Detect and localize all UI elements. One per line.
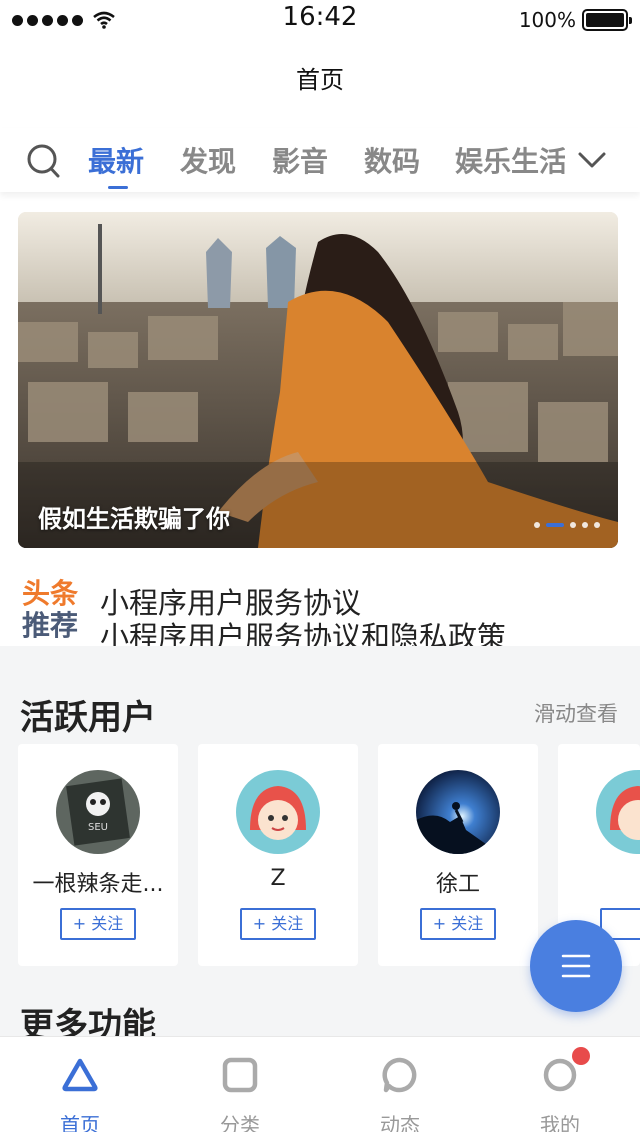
- follow-button[interactable]: + 关注: [240, 908, 316, 940]
- signal-strength-icon: [12, 11, 115, 29]
- tabbar-item-feed[interactable]: 动态: [320, 1037, 480, 1132]
- user-card[interactable]: 徐工 + 关注: [378, 744, 538, 966]
- battery-percent: 100%: [518, 8, 576, 32]
- triangle-icon: [62, 1058, 98, 1092]
- wifi-icon: [93, 11, 115, 29]
- user-name: 徐工: [435, 872, 480, 897]
- headline-badge-bottom: 推荐: [22, 609, 79, 642]
- avatar: [596, 770, 640, 854]
- chevron-down-icon[interactable]: [576, 146, 608, 174]
- svg-text:SEU: SEU: [88, 822, 108, 833]
- tabbar-label: 我的: [540, 1113, 580, 1132]
- tabbar-item-home[interactable]: 首页: [0, 1037, 160, 1132]
- tab-discover[interactable]: 发现: [180, 140, 236, 180]
- notification-badge: [572, 1047, 590, 1065]
- section-title: 活跃用户: [20, 698, 156, 738]
- headline-news: 头条 推荐 小程序用户服务协议 小程序用户服务协议和隐私政策: [0, 572, 640, 655]
- active-tab-indicator: [108, 186, 128, 189]
- tab-entertainment[interactable]: 娱乐生活: [455, 140, 565, 180]
- page-title: 首页: [296, 66, 344, 94]
- tabbar-label: 动态: [380, 1113, 420, 1132]
- carousel-indicator: [534, 522, 600, 528]
- banner-carousel[interactable]: 假如生活欺骗了你: [18, 212, 618, 548]
- status-bar: 16:42 100%: [0, 0, 640, 40]
- avatar: [236, 770, 320, 854]
- square-icon: [222, 1057, 258, 1093]
- menu-fab-button[interactable]: [530, 920, 622, 1012]
- avatar: SEU: [56, 770, 140, 854]
- tabbar-item-me[interactable]: 我的: [480, 1037, 640, 1132]
- tab-media[interactable]: 影音: [272, 140, 328, 180]
- bubble-icon: [382, 1057, 417, 1093]
- tabbar-label: 首页: [60, 1113, 100, 1132]
- user-card[interactable]: SEU 一根辣条走... + 关注: [18, 744, 178, 966]
- user-card[interactable]: Z + 关注: [198, 744, 358, 966]
- follow-button[interactable]: + 关注: [420, 908, 496, 940]
- headline-badge-top: 头条: [22, 577, 79, 610]
- scroll-hint[interactable]: 滑动查看: [534, 698, 618, 728]
- search-icon[interactable]: [26, 142, 60, 178]
- tabbar-label: 分类: [220, 1113, 260, 1132]
- headline-badge: 头条 推荐: [22, 578, 84, 642]
- follow-button[interactable]: + 关注: [60, 908, 136, 940]
- category-tabs: 最新 发现 影音 数码 娱乐生活: [0, 128, 640, 192]
- menu-icon: [561, 954, 591, 978]
- avatar: [416, 770, 500, 854]
- tab-latest[interactable]: 最新: [88, 140, 144, 180]
- bottom-tab-bar: 首页 分类 动态 我的: [0, 1036, 640, 1132]
- user-name: Z: [270, 866, 286, 891]
- banner-image: [18, 212, 618, 548]
- user-name: 一根辣条走...: [32, 872, 164, 897]
- banner-caption: 假如生活欺骗了你: [38, 505, 230, 533]
- tab-digital[interactable]: 数码: [364, 140, 420, 180]
- battery-icon: [582, 9, 632, 31]
- tabbar-item-category[interactable]: 分类: [160, 1037, 320, 1132]
